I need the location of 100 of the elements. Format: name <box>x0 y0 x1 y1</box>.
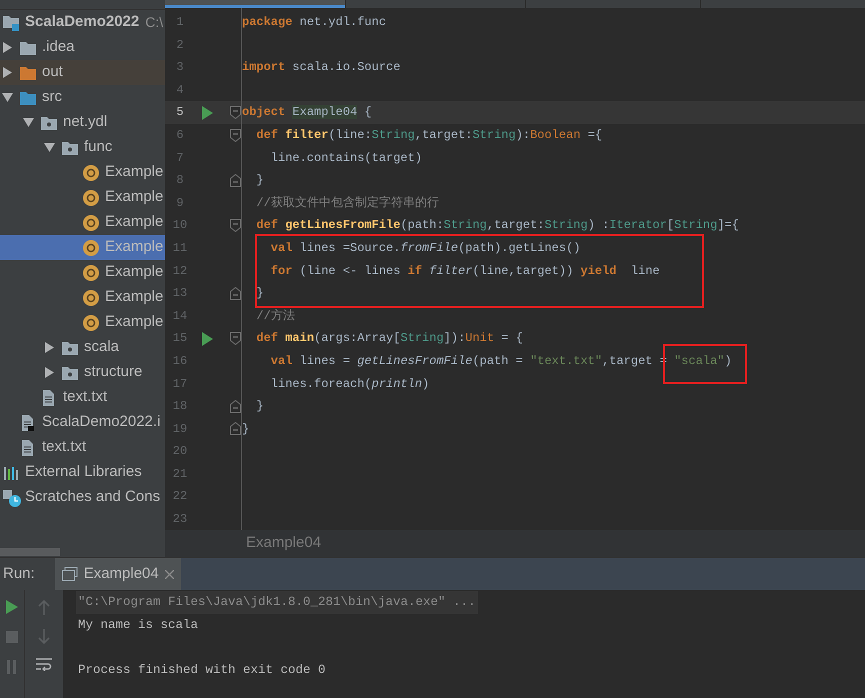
tree-item[interactable]: text.txt <box>0 385 165 410</box>
code-line: def filter(line:String,target:String):Boolean ={ <box>255 126 602 144</box>
tree-item[interactable]: Example <box>0 210 165 235</box>
line-number: 13 <box>172 285 188 302</box>
file-icon <box>41 390 55 406</box>
tree-item-label: src <box>42 87 62 108</box>
soft-wrap-icon[interactable] <box>36 658 52 671</box>
code-line: line.contains(target) <box>270 150 422 167</box>
tree-item[interactable]: Example <box>0 310 165 335</box>
line-number: 7 <box>175 150 185 167</box>
line-number: 9 <box>175 194 185 212</box>
object-icon <box>83 314 99 330</box>
fold-icon[interactable] <box>230 106 241 120</box>
folder-icon <box>20 90 36 104</box>
object-icon <box>83 164 99 180</box>
folder-icon <box>20 40 36 54</box>
line-number: 11 <box>172 240 188 257</box>
tree-item-label: ScalaDemo2022 <box>25 12 140 32</box>
tree-item[interactable]: src <box>0 85 165 110</box>
line-number: 22 <box>172 488 188 506</box>
fold-icon[interactable] <box>230 219 241 232</box>
fold-icon[interactable] <box>230 128 241 142</box>
tree-item-label: Scratches and Cons <box>25 487 160 508</box>
console-line: My name is scala <box>78 616 198 634</box>
tree-item[interactable]: Example <box>0 260 165 285</box>
scrollbar-thumb[interactable] <box>0 548 60 556</box>
tree-item-label: .idea <box>42 37 75 58</box>
close-icon[interactable] <box>164 570 174 578</box>
object-icon <box>83 190 99 206</box>
tree-item-label: text.txt <box>63 387 108 408</box>
file-icon <box>20 440 34 456</box>
tree-item-label: ScalaDemo2022.i <box>42 412 160 432</box>
tree-item[interactable]: Example <box>0 185 165 210</box>
tree-item-label: Example <box>105 162 164 182</box>
object-icon <box>83 290 99 306</box>
tree-item[interactable]: net.ydl <box>0 110 165 135</box>
collapsed-arrow-icon[interactable] <box>44 342 55 353</box>
tree-item[interactable]: Example <box>0 160 165 185</box>
code-editor[interactable] <box>165 8 865 530</box>
tree-item-label: net.ydl <box>63 112 108 132</box>
line-number: 6 <box>175 126 185 144</box>
tree-item-label: func <box>84 137 112 158</box>
object-icon <box>83 264 99 280</box>
unfold-icon[interactable] <box>230 422 241 436</box>
tree-item-label: External Libraries <box>25 462 142 482</box>
tree-item[interactable]: Example <box>0 285 165 310</box>
collapsed-arrow-icon[interactable] <box>2 67 13 78</box>
expanded-arrow-icon[interactable] <box>23 117 34 128</box>
tree-item[interactable]: ScalaDemo2022.i <box>0 410 165 435</box>
code-line: val lines =Source.fromFile(path).getLines() <box>270 240 580 257</box>
line-number: 17 <box>172 376 188 392</box>
tree-item[interactable]: structure <box>0 360 165 385</box>
line-number: 5 <box>175 104 185 122</box>
folder-icon <box>20 66 36 80</box>
tree-item-label: Example <box>105 187 164 208</box>
run-icon[interactable] <box>6 600 18 614</box>
tree-item-label: out <box>42 62 63 82</box>
line-number: 12 <box>172 262 188 280</box>
code-line: for (line <- lines if filter(line,target)) yield line <box>270 262 660 280</box>
scratches-icon <box>3 488 21 506</box>
tree-item[interactable]: text.txt <box>0 435 165 460</box>
package-folder-icon <box>62 140 78 154</box>
tree-item-label: text.txt <box>42 437 86 458</box>
code-line: } <box>255 398 264 416</box>
object-icon <box>83 214 99 230</box>
unfold-icon[interactable] <box>230 174 241 187</box>
expanded-arrow-icon[interactable] <box>44 142 55 153</box>
collapsed-arrow-icon[interactable] <box>2 42 13 53</box>
tree-item[interactable]: .idea <box>0 35 165 60</box>
expanded-arrow-icon[interactable] <box>2 92 13 103</box>
libraries-icon <box>3 464 21 480</box>
console-line: Process finished with exit code 0 <box>78 662 326 679</box>
unfold-icon[interactable] <box>230 286 241 300</box>
tree-item[interactable]: External Libraries <box>0 460 165 485</box>
tree-item-label: Example <box>105 237 164 258</box>
line-number: 4 <box>175 82 185 99</box>
run-gutter-icon[interactable] <box>202 106 212 120</box>
tree-item[interactable]: ScalaDemo2022 C:\ <box>0 10 165 35</box>
collapsed-arrow-icon[interactable] <box>44 367 55 378</box>
line-number: 19 <box>172 420 188 438</box>
tree-item-label: Example <box>105 312 164 332</box>
code-line: def main(args:Array[String]):Unit = { <box>255 330 523 348</box>
tree-item[interactable]: Scratches and Cons <box>0 485 165 510</box>
run-tab[interactable]: Example04 <box>54 558 181 590</box>
package-folder-icon <box>62 340 78 354</box>
project-folder-icon <box>3 14 21 30</box>
run-gutter-icon[interactable] <box>202 332 212 346</box>
line-number: 10 <box>172 217 188 234</box>
code-line: //获取文件中包含制定字符串的行 <box>255 194 439 212</box>
unfold-icon[interactable] <box>230 400 241 413</box>
tree-item[interactable]: func <box>0 135 165 160</box>
code-line: } <box>242 420 250 438</box>
breadcrumb[interactable]: Example04 <box>246 532 322 555</box>
tree-item[interactable]: scala <box>0 335 165 360</box>
fold-icon[interactable] <box>230 332 241 346</box>
object-icon <box>83 240 99 256</box>
run-tab-title: Example04 <box>84 564 159 584</box>
code-line: } <box>255 172 264 190</box>
code-line: } <box>255 285 264 302</box>
tree-item[interactable]: out <box>0 60 165 85</box>
